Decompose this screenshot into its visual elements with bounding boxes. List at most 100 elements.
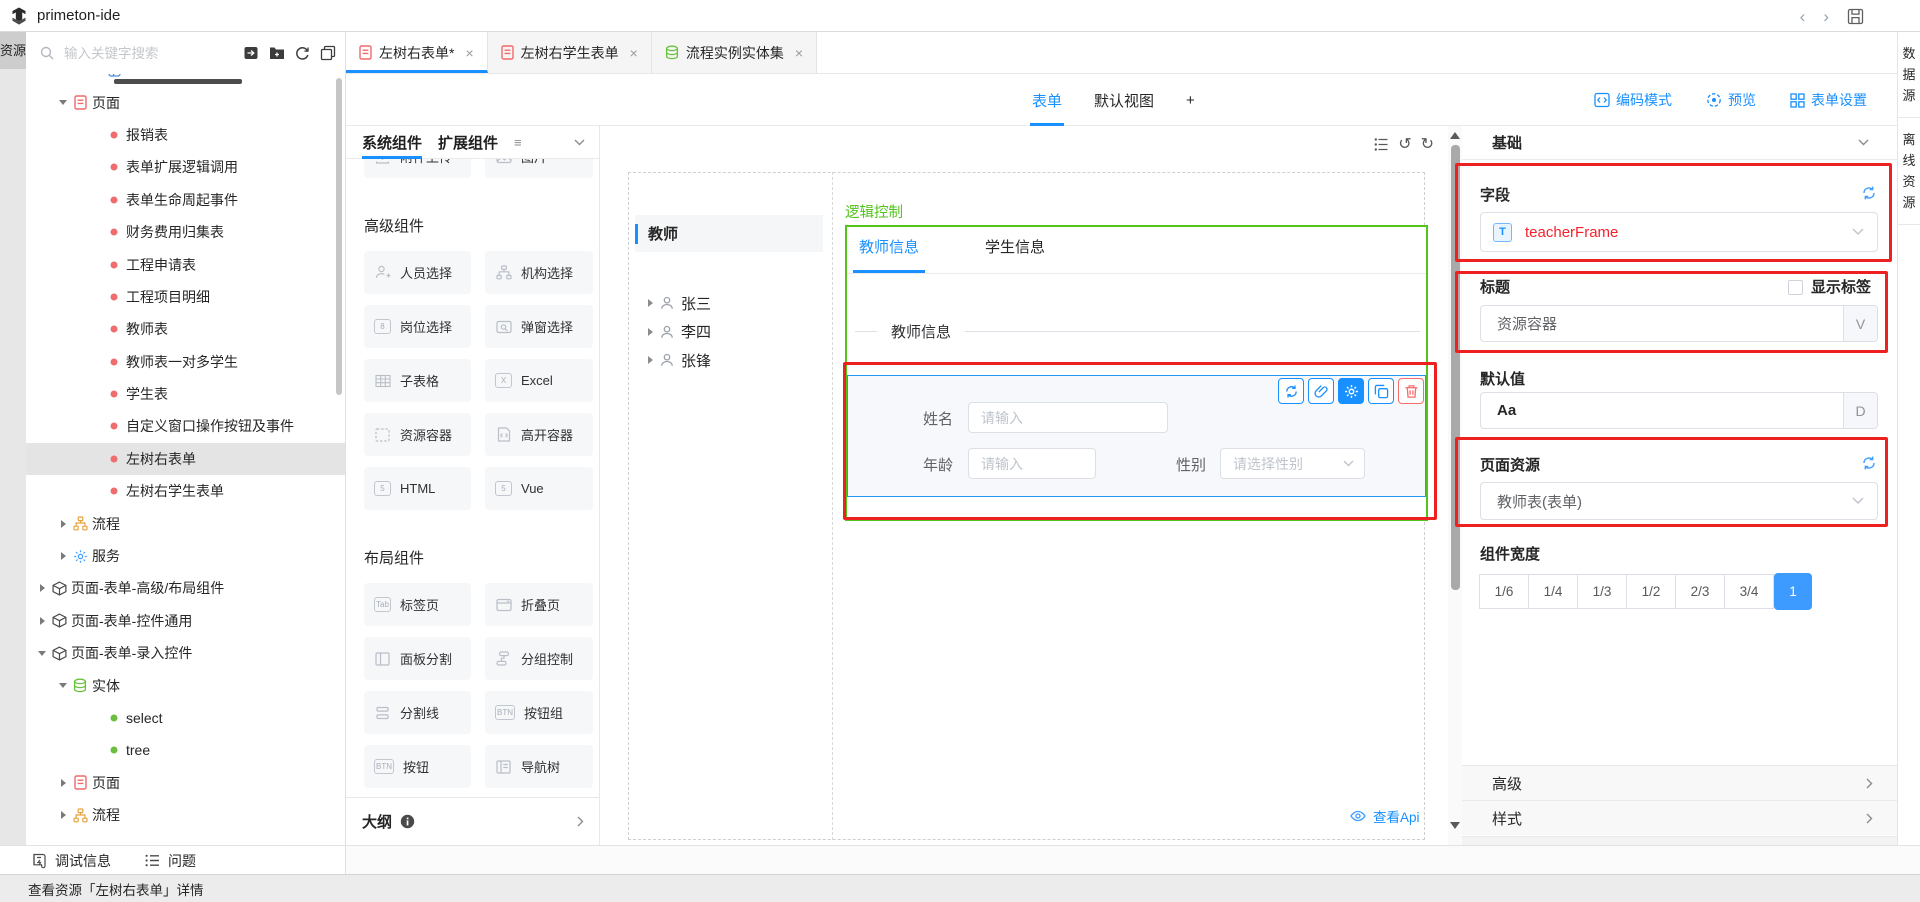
tree-item[interactable]: 流程 <box>26 507 346 539</box>
file-tab[interactable]: 左树右表单* <box>346 32 488 73</box>
new-folder-icon[interactable] <box>269 46 285 60</box>
tree-item[interactable]: 报销表 <box>26 119 346 151</box>
view-api-link[interactable]: 查看Api <box>1350 806 1420 826</box>
tree-item[interactable]: 表单生命周起事件 <box>26 184 346 216</box>
view-tab[interactable]: + <box>1184 74 1197 126</box>
scroll-up-icon[interactable] <box>1450 132 1460 139</box>
editor-action-button[interactable]: 预览 <box>1706 90 1756 110</box>
tree-item[interactable]: 教师表 <box>26 313 346 345</box>
expander-icon[interactable] <box>648 328 653 336</box>
palette-item[interactable]: 8 岗位选择 <box>364 305 471 348</box>
tree-item[interactable]: 自定义窗口操作按钮及事件 <box>26 410 346 442</box>
form-tab[interactable]: 教师信息 <box>853 231 925 273</box>
palette-item[interactable]: 分割线 <box>364 691 471 734</box>
palette-item[interactable]: 5 HTML <box>364 467 471 510</box>
props-section[interactable]: 样式 <box>1462 800 1897 835</box>
expander-icon[interactable] <box>56 552 70 560</box>
form-tab[interactable]: 学生信息 <box>979 231 1051 273</box>
default-value-input[interactable]: Aa D <box>1480 392 1878 429</box>
gender-select[interactable]: 请选择性别 <box>1220 448 1365 479</box>
editor-action-button[interactable]: 编码模式 <box>1594 90 1672 110</box>
expander-icon[interactable] <box>648 356 653 364</box>
expander-icon[interactable] <box>56 683 70 688</box>
palette-item[interactable]: 分组控制 <box>485 637 593 680</box>
tree-item[interactable]: tree <box>26 734 346 766</box>
file-tab[interactable]: 左树右学生表单 <box>488 32 652 73</box>
outline-section[interactable]: 大纲 <box>346 797 600 845</box>
tree-node[interactable]: 李四 <box>648 318 711 346</box>
cascade-windows-icon[interactable] <box>320 45 336 61</box>
refresh-icon[interactable] <box>295 46 310 61</box>
show-label-checkbox[interactable] <box>1788 280 1803 295</box>
default-variable-button[interactable]: D <box>1843 393 1877 428</box>
sidebar-scrollbar[interactable] <box>336 78 342 395</box>
tab-extension-components[interactable]: 扩展组件 <box>438 126 498 159</box>
settings-button[interactable] <box>1338 378 1364 404</box>
scroll-down-icon[interactable] <box>1450 822 1460 829</box>
chevron-down-icon[interactable] <box>574 139 585 146</box>
palette-item[interactable]: 附件上传 <box>364 159 471 178</box>
tree-item[interactable]: 教师表一对多学生 <box>26 346 346 378</box>
page-resource-dropdown[interactable]: 教师表(表单) <box>1480 482 1878 520</box>
tree-item[interactable]: 页面-表单-高级/布局组件 <box>26 572 346 604</box>
tree-item[interactable]: 学生表 <box>26 378 346 410</box>
resources-strip-tab[interactable]: 资源 <box>0 32 26 69</box>
canvas-scrollbar[interactable] <box>1448 126 1462 845</box>
footer-item[interactable]: 调试信息 <box>32 851 111 871</box>
link-button[interactable] <box>1308 378 1334 404</box>
tree-item[interactable]: 服务 <box>26 540 346 572</box>
expander-icon[interactable] <box>56 811 70 819</box>
expander-icon[interactable] <box>56 520 70 528</box>
tree-item[interactable]: select <box>26 702 346 734</box>
expander-icon[interactable] <box>56 779 70 787</box>
tree-node[interactable]: 张三 <box>648 289 711 317</box>
title-variable-button[interactable]: V <box>1843 306 1877 341</box>
tree-item[interactable]: 工程项目明细 <box>26 281 346 313</box>
palette-item[interactable]: BTN 按钮组 <box>485 691 593 734</box>
width-option[interactable]: 2/3 <box>1675 574 1725 609</box>
expander-icon[interactable] <box>56 100 70 105</box>
undo-icon[interactable]: ↺ <box>1398 137 1411 153</box>
right-strip-tab[interactable]: 数据源 <box>1898 32 1920 118</box>
palette-item[interactable]: 导航树 <box>485 745 593 788</box>
tree-node[interactable]: 张锋 <box>648 346 711 374</box>
chevron-down-icon[interactable] <box>1858 139 1869 146</box>
tree-item[interactable]: 左树右表单 <box>26 443 346 475</box>
footer-item[interactable]: 问题 <box>145 851 196 871</box>
name-input[interactable]: 请输入 <box>968 402 1168 433</box>
palette-item[interactable]: 资源容器 <box>364 413 471 456</box>
palette-item[interactable]: Tab 标签页 <box>364 583 471 626</box>
width-option[interactable]: 1/3 <box>1577 574 1627 609</box>
expander-icon[interactable] <box>35 617 49 625</box>
palette-item[interactable]: 高开容器 <box>485 413 593 456</box>
tree-item[interactable]: 财务费用归集表 <box>26 216 346 248</box>
import-resource-icon[interactable] <box>243 45 259 61</box>
palette-item[interactable]: 5 Vue <box>485 467 593 510</box>
tree-item[interactable]: 流程 <box>26 799 346 831</box>
field-dropdown[interactable]: teacherFrame <box>1480 212 1878 252</box>
title-input[interactable]: 资源容器 V <box>1480 305 1878 342</box>
scrollbar-thumb[interactable] <box>1451 145 1460 590</box>
expander-icon[interactable] <box>35 651 49 656</box>
palette-item[interactable]: 面板分割 <box>364 637 471 680</box>
tree-item[interactable]: 左树右学生表单 <box>26 475 346 507</box>
sync-button[interactable] <box>1278 378 1304 404</box>
redo-icon[interactable]: ↻ <box>1421 137 1434 153</box>
palette-item[interactable]: 弹窗选择 <box>485 305 593 348</box>
palette-item[interactable]: BTN 按钮 <box>364 745 471 788</box>
expander-icon[interactable] <box>648 299 653 307</box>
palette-item[interactable]: 折叠页 <box>485 583 593 626</box>
view-tab[interactable]: 表单 <box>1030 74 1064 126</box>
palette-item[interactable]: 子表格 <box>364 359 471 402</box>
delete-button[interactable] <box>1398 378 1424 404</box>
view-tab[interactable]: 默认视图 <box>1092 74 1156 126</box>
tree-item[interactable]: 页面-表单-录入控件 <box>26 637 346 669</box>
width-option[interactable]: 1/4 <box>1528 574 1578 609</box>
field-sync-icon[interactable] <box>1861 185 1877 201</box>
tree-item[interactable]: 工程申请表 <box>26 248 346 280</box>
width-option[interactable]: 3/4 <box>1724 574 1774 609</box>
nav-forward-icon[interactable]: › <box>1823 8 1829 25</box>
palette-item[interactable]: X Excel <box>485 359 593 402</box>
chevron-right-icon[interactable] <box>577 816 584 827</box>
search-input[interactable] <box>62 45 243 62</box>
